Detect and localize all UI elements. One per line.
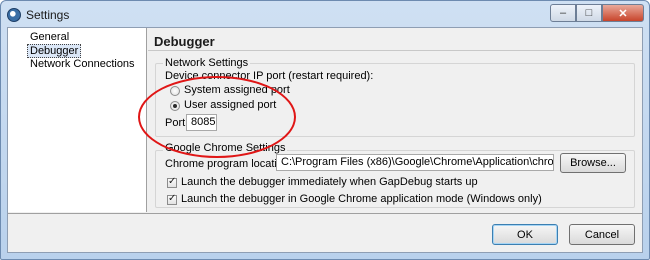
page-title-divider bbox=[148, 50, 642, 51]
launch-on-startup-checkbox[interactable] bbox=[167, 176, 177, 188]
network-settings-label: Network Settings bbox=[163, 57, 251, 69]
minimize-button[interactable]: – bbox=[550, 4, 576, 22]
window-title: Settings bbox=[26, 8, 70, 22]
page-title: Debugger bbox=[154, 34, 215, 49]
settings-window: Settings – □ ✕ General Debugger Network … bbox=[0, 0, 650, 260]
chrome-location-label: Chrome program location: bbox=[165, 158, 293, 170]
footer-separator bbox=[8, 213, 642, 214]
settings-nav-tree: General Debugger Network Connections bbox=[8, 28, 147, 212]
app-mode-checkbox[interactable] bbox=[167, 193, 177, 205]
close-button[interactable]: ✕ bbox=[602, 4, 644, 22]
ok-button[interactable]: OK bbox=[492, 224, 558, 245]
launch-on-startup-label[interactable]: Launch the debugger immediately when Gap… bbox=[181, 176, 478, 188]
nav-item-general[interactable]: General bbox=[28, 31, 71, 45]
browse-button[interactable]: Browse... bbox=[560, 153, 626, 173]
nav-item-network-connections[interactable]: Network Connections bbox=[28, 58, 137, 72]
maximize-button[interactable]: □ bbox=[576, 4, 602, 22]
annotation-circle bbox=[138, 76, 296, 158]
app-mode-label[interactable]: Launch the debugger in Google Chrome app… bbox=[181, 193, 542, 205]
window-controls: – □ ✕ bbox=[550, 4, 644, 22]
dialog-client-area: General Debugger Network Connections Deb… bbox=[7, 27, 643, 253]
title-bar[interactable]: Settings – □ ✕ bbox=[1, 1, 649, 29]
nav-item-debugger[interactable]: Debugger bbox=[27, 44, 82, 58]
app-icon bbox=[7, 8, 21, 22]
chrome-location-input[interactable]: C:\Program Files (x86)\Google\Chrome\App… bbox=[276, 154, 554, 171]
cancel-button[interactable]: Cancel bbox=[569, 224, 635, 245]
